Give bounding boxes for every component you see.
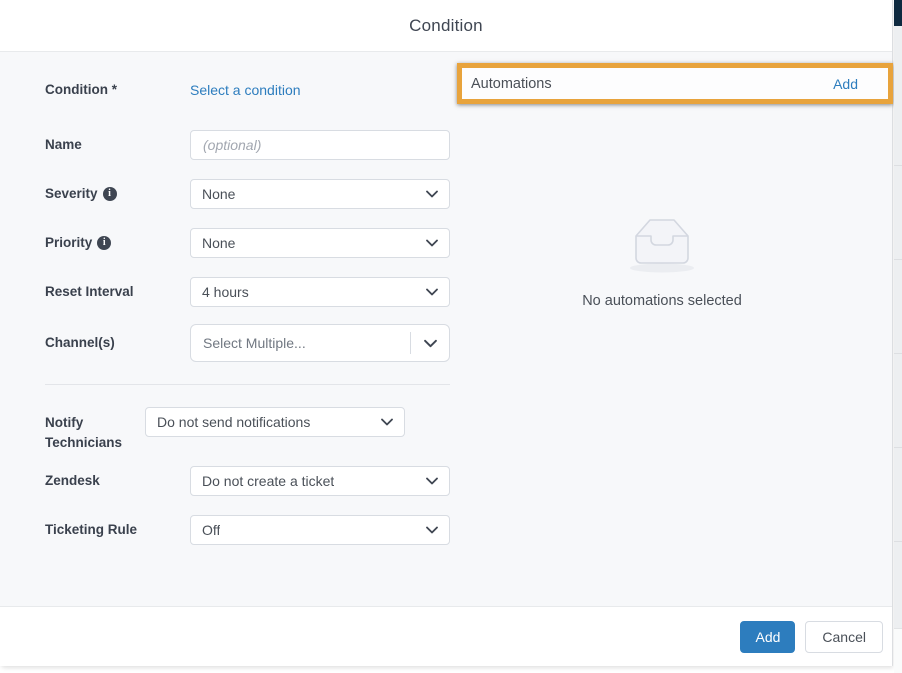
channels-dropdown-toggle[interactable] — [411, 339, 449, 348]
condition-row: Condition * Select a condition — [45, 80, 301, 100]
chevron-down-icon — [426, 526, 438, 534]
notify-technicians-label: Notify Technicians — [45, 407, 145, 452]
priority-select[interactable]: None — [190, 228, 450, 258]
info-icon[interactable]: i — [97, 236, 111, 250]
ticketing-rule-row: Ticketing Rule Off — [45, 515, 450, 545]
severity-row: Severity i None — [45, 179, 450, 209]
reset-interval-select[interactable]: 4 hours — [190, 277, 450, 307]
add-button[interactable]: Add — [740, 621, 795, 653]
reset-interval-row: Reset Interval 4 hours — [45, 277, 450, 307]
severity-select[interactable]: None — [190, 179, 450, 209]
zendesk-value: Do not create a ticket — [202, 473, 334, 489]
zendesk-label: Zendesk — [45, 471, 190, 491]
ticketing-rule-select[interactable]: Off — [190, 515, 450, 545]
priority-value: None — [202, 235, 235, 251]
section-divider — [45, 384, 450, 385]
chevron-down-icon — [426, 190, 438, 198]
channels-row: Channel(s) Select Multiple... — [45, 324, 450, 362]
channels-controls — [410, 325, 449, 361]
chevron-down-icon — [424, 339, 437, 348]
background-row-line — [894, 353, 902, 354]
notify-technicians-value: Do not send notifications — [157, 414, 310, 430]
background-footer-fragment — [894, 628, 902, 673]
cancel-button[interactable]: Cancel — [805, 621, 883, 653]
ticketing-rule-label: Ticketing Rule — [45, 520, 190, 540]
notify-technicians-select[interactable]: Do not send notifications — [145, 407, 405, 437]
zendesk-row: Zendesk Do not create a ticket — [45, 466, 450, 496]
background-page-sliver — [894, 0, 902, 673]
name-row: Name — [45, 130, 450, 160]
chevron-down-icon — [426, 477, 438, 485]
severity-label: Severity i — [45, 184, 190, 204]
info-icon[interactable]: i — [103, 187, 117, 201]
background-row-line — [894, 541, 902, 542]
chevron-down-icon — [426, 288, 438, 296]
automations-header: Automations Add — [462, 68, 888, 99]
automations-highlight-annotation: Automations Add — [457, 63, 893, 104]
empty-state-text: No automations selected — [457, 293, 867, 309]
ticketing-rule-value: Off — [202, 522, 220, 538]
priority-label: Priority i — [45, 233, 190, 253]
notify-technicians-row: Notify Technicians Do not send notificat… — [45, 407, 405, 452]
automations-add-link[interactable]: Add — [833, 76, 858, 92]
channels-multiselect[interactable]: Select Multiple... — [190, 324, 450, 362]
chevron-down-icon — [381, 418, 393, 426]
priority-label-text: Priority — [45, 233, 92, 253]
background-row-line — [894, 259, 902, 260]
severity-label-text: Severity — [45, 184, 98, 204]
reset-interval-value: 4 hours — [202, 284, 249, 300]
channels-placeholder: Select Multiple... — [203, 335, 306, 351]
modal-title: Condition — [409, 16, 483, 36]
chevron-down-icon — [426, 239, 438, 247]
priority-row: Priority i None — [45, 228, 450, 258]
condition-modal: Condition Condition * Select a condition… — [0, 0, 893, 666]
modal-footer: Add Cancel — [0, 606, 892, 666]
reset-interval-label: Reset Interval — [45, 282, 190, 302]
inbox-tray-icon — [626, 212, 698, 274]
automations-title: Automations — [471, 76, 552, 92]
background-row-line — [894, 447, 902, 448]
condition-label: Condition * — [45, 80, 190, 100]
modal-header: Condition — [0, 0, 892, 52]
name-label: Name — [45, 135, 190, 155]
select-condition-link[interactable]: Select a condition — [190, 82, 301, 98]
severity-value: None — [202, 186, 235, 202]
modal-body: Condition * Select a condition Name Seve… — [0, 52, 892, 606]
name-input[interactable] — [190, 130, 450, 160]
automations-empty-state: No automations selected — [457, 212, 867, 309]
channels-label: Channel(s) — [45, 333, 190, 353]
zendesk-select[interactable]: Do not create a ticket — [190, 466, 450, 496]
background-row-line — [894, 165, 902, 166]
background-navbar-fragment — [894, 0, 902, 26]
